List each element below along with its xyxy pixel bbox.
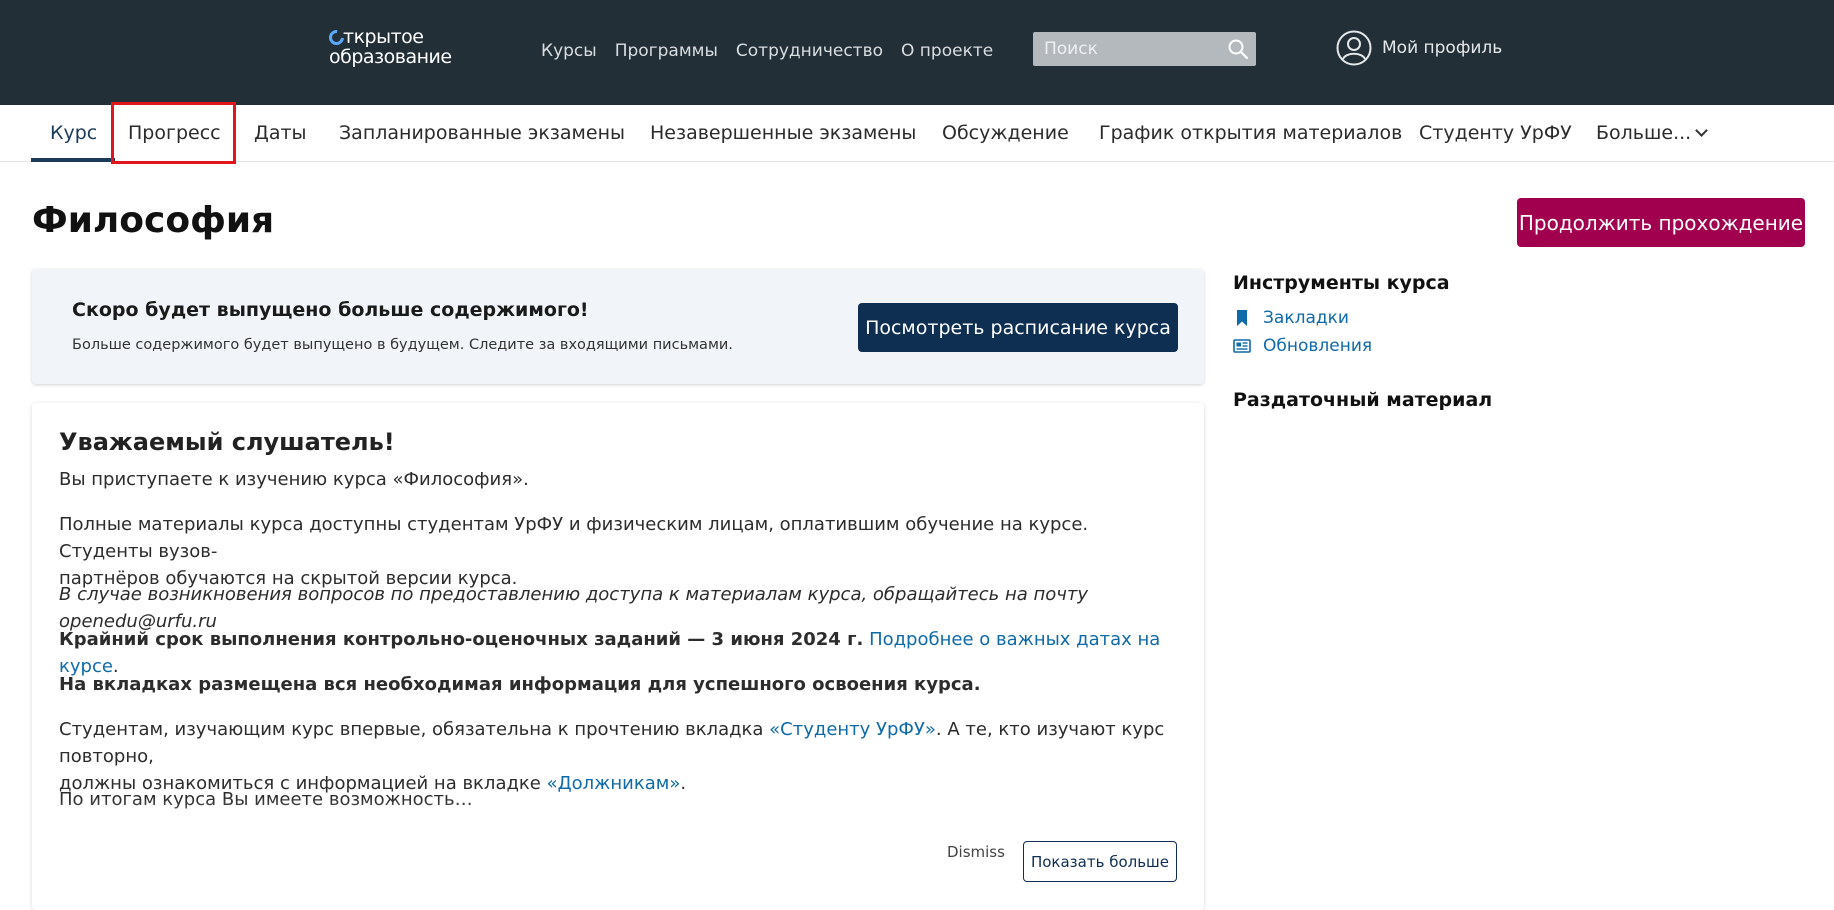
search-icon[interactable] <box>1227 38 1249 60</box>
alert-text: Больше содержимого будет выпущено в буду… <box>72 337 733 353</box>
updates-link[interactable]: Обновления <box>1233 334 1372 358</box>
upcoming-content-alert: Скоро будет выпущено больше содержимого!… <box>32 269 1204 384</box>
handouts-title: Раздаточный материал <box>1233 389 1493 411</box>
course-tabs: Курс Прогресс Даты Запланированные экзам… <box>0 102 1834 164</box>
profile-menu[interactable]: Мой профиль <box>1336 30 1502 66</box>
nav-cooperation[interactable]: Сотрудничество <box>736 38 883 64</box>
show-more-button[interactable]: Показать больше <box>1023 841 1177 882</box>
tab-more-label: Больше... <box>1596 122 1692 144</box>
welcome-message-card: Уважаемый слушатель! Вы приступаете к из… <box>32 403 1204 910</box>
tab-unfinished-exams[interactable]: Незавершенные экзамены <box>650 105 916 162</box>
dismiss-button[interactable]: Dismiss <box>947 843 1005 861</box>
tab-discussion[interactable]: Обсуждение <box>942 105 1069 162</box>
welcome-paragraph-tabs: На вкладках размещена вся необходимая ин… <box>59 674 981 695</box>
user-avatar-icon <box>1336 30 1372 66</box>
alert-title: Скоро будет выпущено больше содержимого! <box>72 299 589 321</box>
welcome-heading: Уважаемый слушатель! <box>59 428 395 456</box>
site-logo[interactable]: ткрытое образование <box>325 26 468 70</box>
tab-course[interactable]: Курс <box>30 105 116 162</box>
tab-release-schedule[interactable]: График открытия материалов <box>1099 105 1402 162</box>
page-title: Философия <box>32 200 275 241</box>
welcome-paragraph-1: Вы приступаете к изучению курса «Философ… <box>59 469 529 490</box>
tab-urfu-student[interactable]: Студенту УрФУ <box>1419 105 1572 162</box>
urfu-student-link[interactable]: «Студенту УрФУ» <box>769 719 936 740</box>
tab-progress[interactable]: Прогресс <box>111 102 236 164</box>
search-box <box>1033 32 1256 66</box>
search-input[interactable] <box>1033 32 1223 66</box>
site-header: ткрытое образование Курсы Программы Сотр… <box>0 0 1834 105</box>
nav-about[interactable]: О проекте <box>901 38 993 64</box>
view-schedule-button[interactable]: Посмотреть расписание курса <box>858 303 1178 352</box>
main-nav: Курсы Программы Сотрудничество О проекте <box>541 38 993 64</box>
welcome-paragraph-students: Студентам, изучающим курс впервые, обяза… <box>59 719 1165 794</box>
chevron-down-icon <box>1695 124 1709 137</box>
resume-course-button[interactable]: Продолжить прохождение <box>1517 198 1805 247</box>
course-tools-title: Инструменты курса <box>1233 272 1450 294</box>
tab-scheduled-exams[interactable]: Запланированные экзамены <box>339 105 625 162</box>
nav-courses[interactable]: Курсы <box>541 38 597 64</box>
tab-dates[interactable]: Даты <box>254 105 307 162</box>
profile-label: Мой профиль <box>1382 38 1503 58</box>
bookmarks-link[interactable]: Закладки <box>1233 306 1349 330</box>
tab-more[interactable]: Больше... <box>1596 105 1709 162</box>
welcome-paragraph-2: Полные материалы курса доступны студента… <box>59 514 1089 589</box>
bookmark-icon <box>1237 310 1247 326</box>
newspaper-icon <box>1233 339 1251 353</box>
nav-programs[interactable]: Программы <box>615 38 718 64</box>
